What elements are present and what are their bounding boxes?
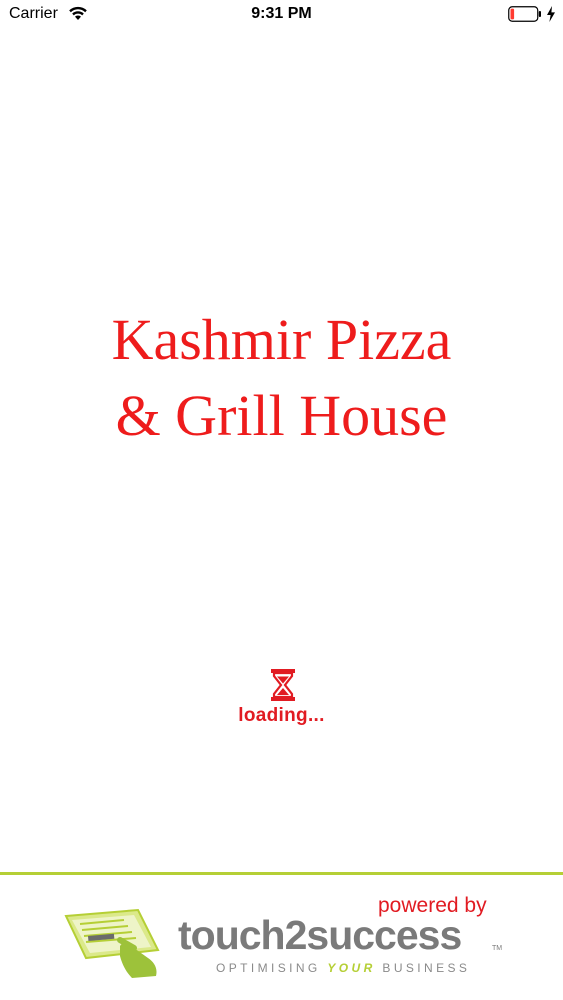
status-bar: Carrier 9:31 PM xyxy=(0,0,563,30)
title-line-1: Kashmir Pizza xyxy=(111,307,452,372)
charging-icon xyxy=(547,6,555,22)
tagline: OPTIMISING YOUR BUSINESS xyxy=(216,961,470,975)
title-line-2: & Grill House xyxy=(115,383,448,448)
splash-screen: Carrier 9:31 PM Kashmir Pizza & Grill Ho… xyxy=(0,0,563,1000)
restaurant-title: Kashmir Pizza & Grill House xyxy=(0,302,563,454)
tagline-accent: YOUR xyxy=(327,961,376,975)
loading-label: loading... xyxy=(238,705,325,726)
battery-icon xyxy=(508,6,541,22)
brand-name: touch2success xyxy=(178,912,462,958)
trademark-mark: TM xyxy=(492,945,503,952)
footer-divider xyxy=(0,872,563,875)
tagline-part-2: BUSINESS xyxy=(375,961,471,975)
status-time: 9:31 PM xyxy=(251,5,312,22)
touch2success-logo-icon xyxy=(64,908,160,978)
hourglass-icon xyxy=(271,669,295,701)
tagline-part-1: OPTIMISING xyxy=(216,961,328,975)
